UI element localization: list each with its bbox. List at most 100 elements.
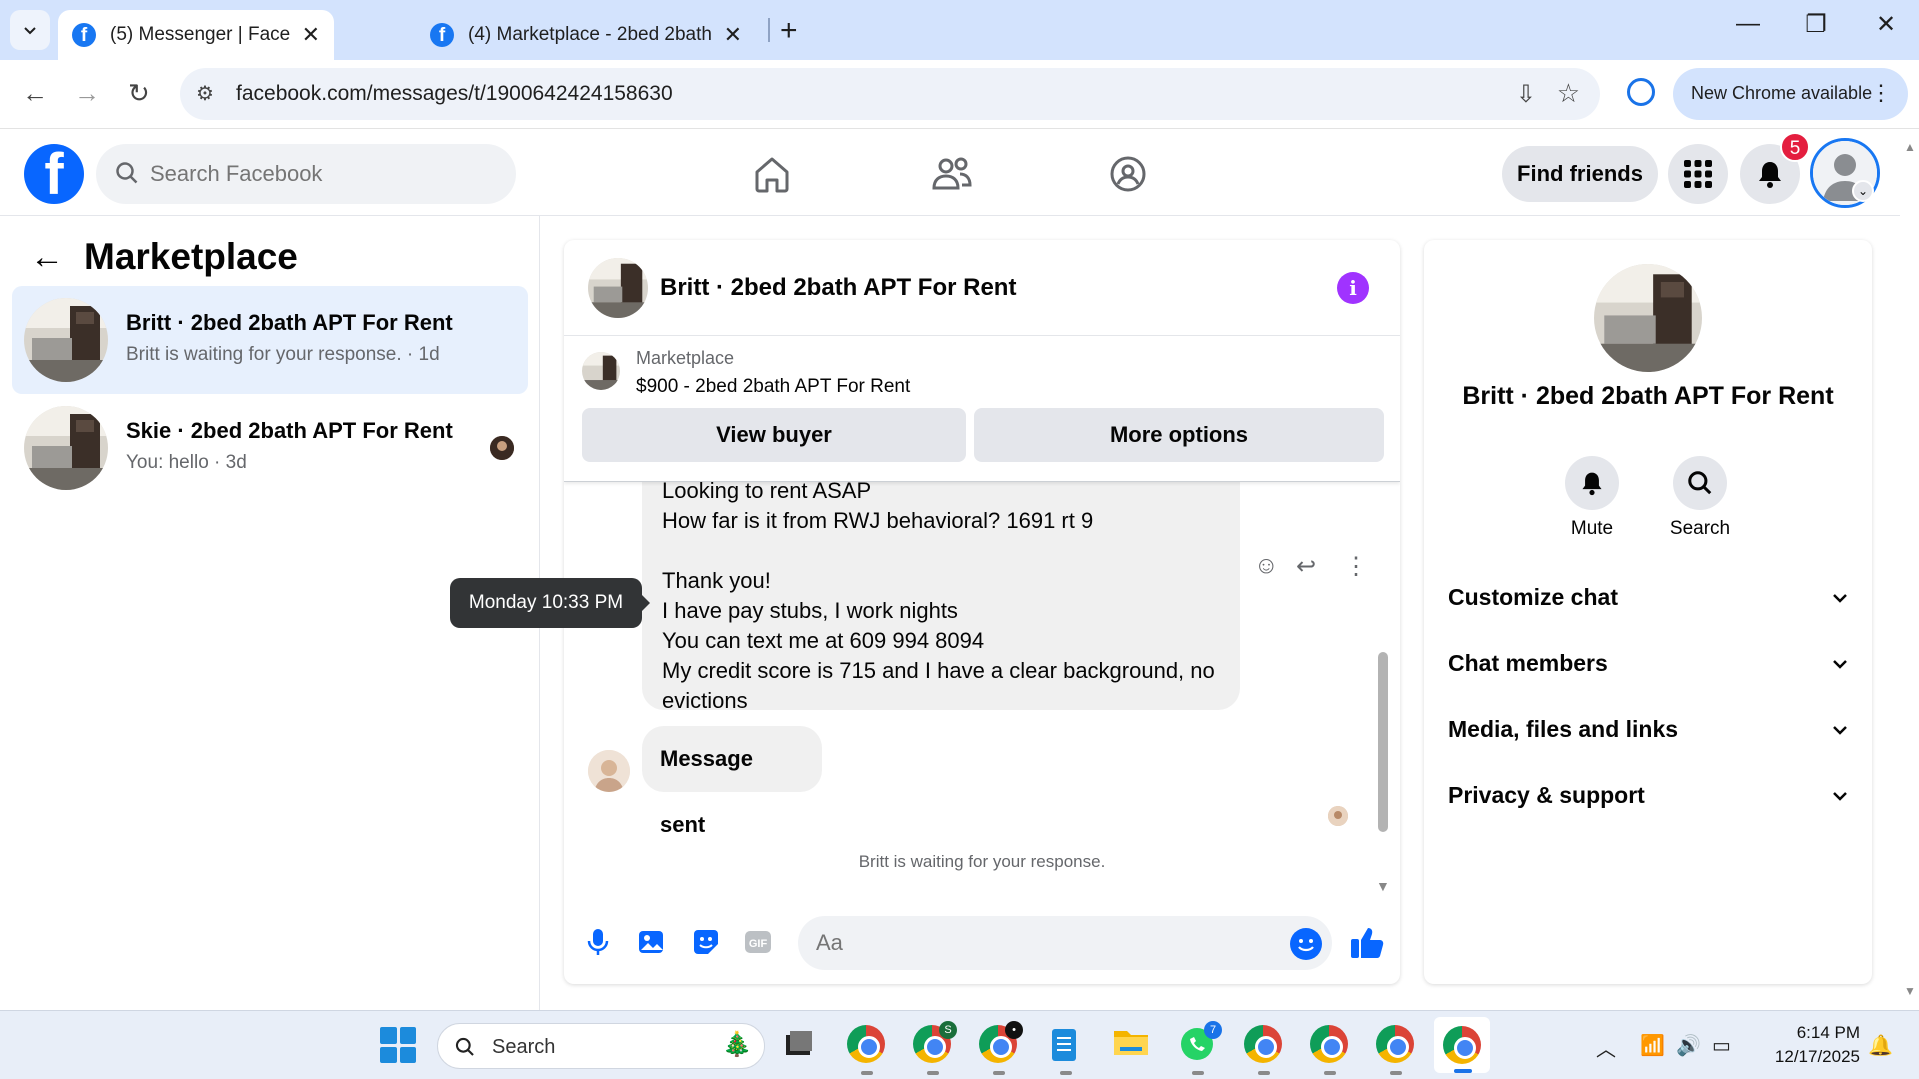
message-actions: ☺ ↩ ⋮ [1254,552,1374,588]
url-text[interactable]: facebook.com/messages/t/1900642424158630 [236,82,673,106]
conversation-item-skie[interactable]: Skie · 2bed 2bath APT For Rent You: hell… [12,394,528,502]
home-icon[interactable] [748,150,796,198]
thumbs-up-icon[interactable] [1348,922,1388,962]
sender-avatar[interactable] [588,750,630,792]
react-emoji-icon[interactable]: ☺ [1254,552,1279,580]
find-friends-button[interactable]: Find friends [1502,146,1658,202]
chrome-taskbar-app[interactable] [1244,1025,1284,1075]
chevron-down-icon [1833,594,1847,603]
timestamp-tooltip: Monday 10:33 PM [450,578,650,628]
address-bar[interactable]: ⚙ facebook.com/messages/t/19006424241586… [180,68,1600,120]
gif-icon[interactable]: GIF [742,926,774,958]
windows-start-icon[interactable] [380,1027,416,1063]
reload-icon[interactable]: ↻ [128,78,150,109]
menu-button[interactable] [1668,144,1728,204]
media-files-links-section[interactable]: Media, files and links [1448,708,1848,752]
new-chrome-available-button[interactable]: New Chrome available ⋮ [1673,68,1908,120]
new-tab-icon[interactable]: + [780,14,798,48]
account-chevron-icon[interactable]: ⌄ [1852,180,1874,202]
search-icon [1688,471,1712,495]
chat-members-section[interactable]: Chat members [1448,642,1848,686]
minimize-icon[interactable]: — [1728,10,1768,38]
listing-price-title[interactable]: $900 - 2bed 2bath APT For Rent [636,376,910,398]
conversation-item-britt[interactable]: Britt · 2bed 2bath APT For Rent Britt is… [12,286,528,394]
seen-avatar [490,436,514,460]
message-bubble[interactable]: Looking to rent ASAP How far is it from … [642,482,1240,713]
chrome-icon [847,1025,885,1063]
groups-icon[interactable] [1104,150,1152,198]
chrome-taskbar-app[interactable] [1376,1025,1416,1075]
privacy-support-section[interactable]: Privacy & support [1448,774,1848,818]
chat-thumbnail[interactable] [588,258,648,318]
message-composer: GIF [564,902,1400,984]
notification-bell-icon[interactable]: 🔔 [1868,1033,1893,1058]
back-arrow-icon[interactable]: ← [30,238,64,277]
install-app-icon[interactable]: ⇩ [1516,80,1536,109]
chat-scrollbar-thumb[interactable] [1378,652,1388,832]
site-settings-icon[interactable]: ⚙ [196,81,222,107]
close-tab-icon[interactable]: ✕ [302,22,320,48]
system-clock[interactable]: 6:14 PM 12/17/2025 [1760,1021,1860,1069]
chrome-profile-icon[interactable] [1627,78,1655,106]
task-view-icon[interactable] [780,1025,820,1065]
whatsapp-icon[interactable]: 7 [1178,1021,1222,1075]
tab-marketplace[interactable]: f (4) Marketplace - 2bed 2bath A ✕ [416,10,756,60]
message-input[interactable] [816,926,1256,960]
photo-icon[interactable] [636,926,668,958]
panel-title: Marketplace [84,236,298,277]
volume-icon[interactable]: 🔊 [1676,1033,1701,1058]
chrome-taskbar-app-active[interactable] [1434,1017,1490,1073]
file-explorer-icon[interactable] [1112,1025,1152,1065]
wifi-icon[interactable]: 📶 [1640,1033,1665,1058]
friends-icon[interactable] [928,150,976,198]
battery-icon[interactable]: ▭ [1712,1033,1731,1058]
chat-title[interactable]: Britt · 2bed 2bath APT For Rent [660,274,1016,302]
details-thumbnail[interactable] [1594,264,1702,372]
chrome-menu-icon[interactable]: ⋮ [1870,80,1892,106]
tab-messenger[interactable]: f (5) Messenger | Facebook ✕ [58,10,334,60]
back-icon[interactable]: ← [22,78,48,109]
chrome-taskbar-app[interactable] [847,1025,887,1075]
facebook-search-input[interactable] [150,156,490,192]
facebook-logo-icon[interactable]: f [24,144,84,204]
page-scrollbar[interactable]: ▲ ▼ [1900,130,1919,1010]
scroll-up-icon[interactable]: ▲ [1904,140,1916,154]
info-icon[interactable]: i [1337,272,1369,304]
forward-icon[interactable]: → [74,78,100,109]
section-label: Chat members [1448,650,1608,676]
view-buyer-button[interactable]: View buyer [582,408,966,462]
close-window-icon[interactable]: ✕ [1866,10,1906,39]
bookmark-star-icon[interactable]: ☆ [1557,78,1580,109]
restore-icon[interactable]: ❐ [1796,10,1836,39]
message-sent-bubble[interactable]: Message sent [642,726,822,837]
chat-header: Britt · 2bed 2bath APT For Rent i [564,240,1400,336]
more-options-button[interactable]: More options [974,408,1384,462]
message-line: How far is it from RWJ behavioral? 1691 … [662,508,1094,533]
section-label: Media, files and links [1448,716,1679,742]
notepad-icon[interactable] [1046,1025,1086,1075]
chrome-taskbar-app[interactable]: • [979,1021,1023,1075]
emoji-icon[interactable] [1290,928,1322,960]
chrome-taskbar-app[interactable]: S [913,1021,957,1075]
close-tab-icon[interactable]: ✕ [724,22,742,48]
taskbar-search[interactable]: Search 🎄 [437,1023,765,1069]
message-line: My credit score is 715 and I have a clea… [662,658,1215,683]
chrome-icon [1310,1025,1348,1063]
scroll-down-icon[interactable]: ▼ [1904,984,1916,998]
search-conversation-button[interactable]: Search [1660,456,1740,540]
tab-search-button[interactable] [10,10,50,50]
mute-button[interactable]: Mute [1552,456,1632,540]
facebook-search[interactable] [96,144,516,204]
customize-chat-section[interactable]: Customize chat [1448,576,1848,620]
microphone-icon[interactable] [582,926,614,958]
chat-scroll-down-icon[interactable]: ▼ [1376,878,1390,894]
chrome-taskbar-app[interactable] [1310,1025,1350,1075]
show-hidden-icons-icon[interactable]: ︿ [1596,1033,1616,1062]
reply-icon[interactable]: ↩ [1296,552,1316,581]
message-line [662,536,1220,566]
message-input-container[interactable] [798,916,1332,970]
more-options-icon[interactable]: ⋮ [1344,552,1368,581]
chrome-icon [1244,1025,1282,1063]
sticker-icon[interactable] [690,926,722,958]
chevron-down-icon [1833,660,1847,669]
